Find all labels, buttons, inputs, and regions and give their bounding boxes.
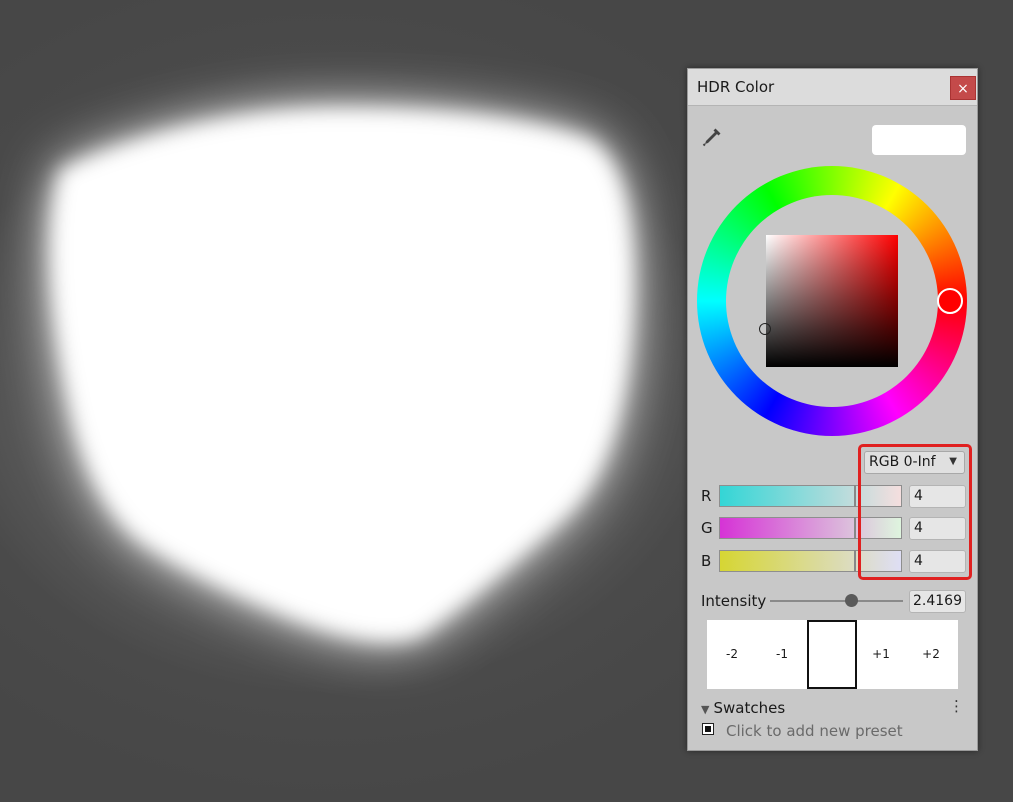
intensity-value[interactable]: 2.4169	[909, 590, 966, 613]
channel-label-b: B	[701, 552, 712, 570]
saturation-value-square[interactable]	[766, 235, 898, 367]
channel-slider-thumb-r[interactable]	[854, 485, 856, 507]
saturation-value-marker[interactable]	[759, 323, 771, 335]
add-preset-text[interactable]: Click to add new preset	[726, 722, 903, 740]
highlight-annotation	[858, 444, 972, 580]
exposure-swatches: -2 -1 +1 +2	[707, 620, 958, 689]
close-button[interactable]: ×	[950, 76, 976, 100]
triangle-down-icon: ▼	[701, 703, 710, 716]
intensity-slider-thumb[interactable]	[845, 594, 858, 607]
channel-label-g: G	[701, 519, 713, 537]
exposure-step-current[interactable]	[807, 620, 857, 689]
hdr-color-window: HDR Color × RGB 0-Inf ▼ R 4 G 4 B 4 Inte…	[687, 68, 978, 751]
eyedropper-icon[interactable]	[700, 125, 724, 149]
swatches-header-label: Swatches	[713, 699, 786, 717]
channel-slider-thumb-b[interactable]	[854, 550, 856, 572]
color-preview	[872, 125, 966, 155]
hue-marker[interactable]	[937, 288, 963, 314]
swatches-foldout[interactable]: ▼ Swatches	[701, 699, 785, 717]
exposure-step-minus-1[interactable]: -1	[757, 620, 807, 689]
channel-slider-thumb-g[interactable]	[854, 517, 856, 539]
intensity-label: Intensity	[701, 592, 767, 610]
color-wheel-area[interactable]	[697, 166, 967, 436]
preset-library-icon[interactable]	[702, 723, 714, 735]
exposure-step-plus-2[interactable]: +2	[906, 620, 956, 689]
window-title: HDR Color	[697, 78, 775, 96]
channel-label-r: R	[701, 487, 712, 505]
exposure-step-minus-2[interactable]: -2	[707, 620, 757, 689]
kebab-menu-icon[interactable]: ⋮	[949, 697, 964, 715]
window-titlebar[interactable]: HDR Color ×	[688, 69, 977, 106]
exposure-step-plus-1[interactable]: +1	[856, 620, 906, 689]
intensity-slider-track[interactable]	[770, 600, 903, 602]
